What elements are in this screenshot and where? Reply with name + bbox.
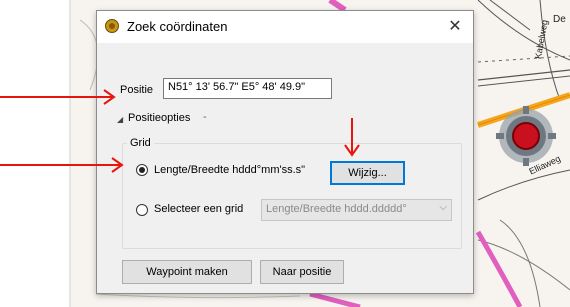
waypoint-button[interactable]: Waypoint maken (122, 260, 252, 284)
radio-latlon[interactable] (136, 164, 148, 176)
find-coordinates-dialog: Zoek coördinaten ✕ Positie N51° 13' 56.7… (96, 10, 474, 294)
radio-latlon-label[interactable]: Lengte/Breedte hddd°mm'ss.s" (154, 164, 305, 176)
app-icon (105, 19, 119, 33)
radio-select-grid[interactable] (136, 204, 148, 216)
collapse-arrow-icon[interactable]: ◢ (117, 115, 123, 124)
dialog-title: Zoek coördinaten (127, 19, 228, 34)
goto-position-button[interactable]: Naar positie (260, 260, 344, 284)
change-button[interactable]: Wijzig... (330, 161, 405, 185)
position-options-dash: - (203, 111, 207, 123)
chevron-down-icon: ⌵ (439, 202, 447, 213)
location-marker-icon[interactable] (496, 106, 556, 166)
position-label: Positie (120, 84, 154, 96)
grid-select[interactable]: Lengte/Breedte hddd.ddddd° ⌵ (261, 199, 452, 221)
position-options-toggle[interactable]: Positieopties (128, 112, 190, 124)
dialog-titlebar: Zoek coördinaten ✕ (97, 11, 473, 43)
grid-group-label: Grid (127, 137, 154, 149)
grid-select-value: Lengte/Breedte hddd.ddddd° (266, 203, 407, 215)
grid-group (122, 143, 462, 249)
radio-select-grid-label[interactable]: Selecteer een grid (154, 203, 243, 215)
close-icon[interactable]: ✕ (445, 16, 465, 36)
position-field[interactable]: N51° 13' 56.7" E5° 48' 49.9" (163, 78, 332, 99)
map-label-de: De (553, 14, 566, 25)
